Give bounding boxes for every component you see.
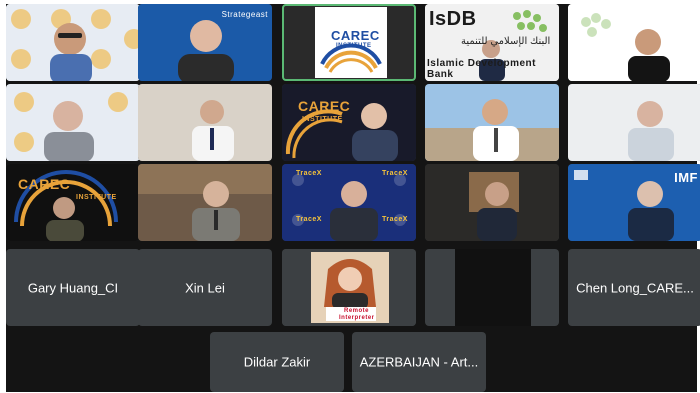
interpreter-badge-line2: Interpreter [339,315,375,321]
backdrop-text: TraceX [296,216,322,223]
participant-tile[interactable]: CAREC INSTITUTE [282,84,416,161]
carec-logo-subtext: INSTITUTE [302,116,343,123]
participant-video [568,84,700,161]
participant-tile[interactable] [568,4,700,81]
interpreter-badge-line1: Remote [344,308,370,314]
participant-tile[interactable]: CAREC INSTITUTE [6,164,140,241]
participant-name: Chen Long_CARE... [576,280,694,295]
participant-video [425,84,559,161]
backdrop-text: TraceX [382,216,408,223]
participant-video [138,84,272,161]
participant-name: Gary Huang_CI [27,280,119,295]
participant-name: AZERBAIJAN - Art... [359,354,479,370]
carec-logo-text: CAREC [18,176,71,192]
participant-tile[interactable] [6,84,140,161]
participant-name: Dildar Zakir [243,354,311,370]
participant-video [138,164,272,241]
participant-tile[interactable]: CAREC INSTITUTE [282,4,416,81]
participant-tile[interactable] [568,84,700,161]
participant-tile[interactable]: Remote Interpreter [282,249,416,326]
overlay-text: Strategeast [221,10,268,19]
backdrop-text: TraceX [382,170,408,177]
participant-tile[interactable] [138,84,272,161]
participant-tile[interactable]: IsDB البنك الإسلامي للتنمية Islamic Deve… [425,4,559,81]
imf-logo-text: IMF [674,170,698,185]
carec-pattern-background [6,4,140,81]
participant-tile[interactable] [425,164,559,241]
isdb-english-text: Islamic Development Bank [427,58,536,80]
participant-tile[interactable] [6,4,140,81]
participant-name: Xin Lei [185,280,225,295]
carec-logo-text: CAREC [331,28,380,43]
participant-tile[interactable] [425,84,559,161]
participant-video [6,84,140,161]
dark-video [455,249,531,326]
isdb-logo-text: IsDB [429,8,477,30]
participant-video [568,4,700,81]
participant-tile[interactable] [138,164,272,241]
carec-logo-subtext: INSTITUTE [76,194,117,201]
participant-tile[interactable]: Dildar Zakir [210,332,344,392]
isdb-arabic-text: البنك الإسلامي للتنمية [461,36,551,47]
participant-tile[interactable]: Chen Long_CARE... [568,249,700,326]
backdrop-text: TraceX [296,170,322,177]
participant-tile[interactable]: Gary Huang_CI [6,249,140,326]
participant-tile[interactable] [425,249,559,326]
video-grid: Strategeast CAREC INSTITUTE IsDB البنك ا… [6,4,700,392]
participant-tile[interactable]: Strategeast [138,4,272,81]
participant-tile[interactable]: AZERBAIJAN - Art... [352,332,486,392]
carec-logo-text: CAREC [298,98,351,114]
participant-tile[interactable]: TraceX TraceX TraceX TraceX [282,164,416,241]
participant-video [425,164,559,241]
carec-logo-subtext: INSTITUTE [336,43,372,49]
participant-tile[interactable]: IMF [568,164,700,241]
participant-tile[interactable]: Xin Lei [138,249,272,326]
